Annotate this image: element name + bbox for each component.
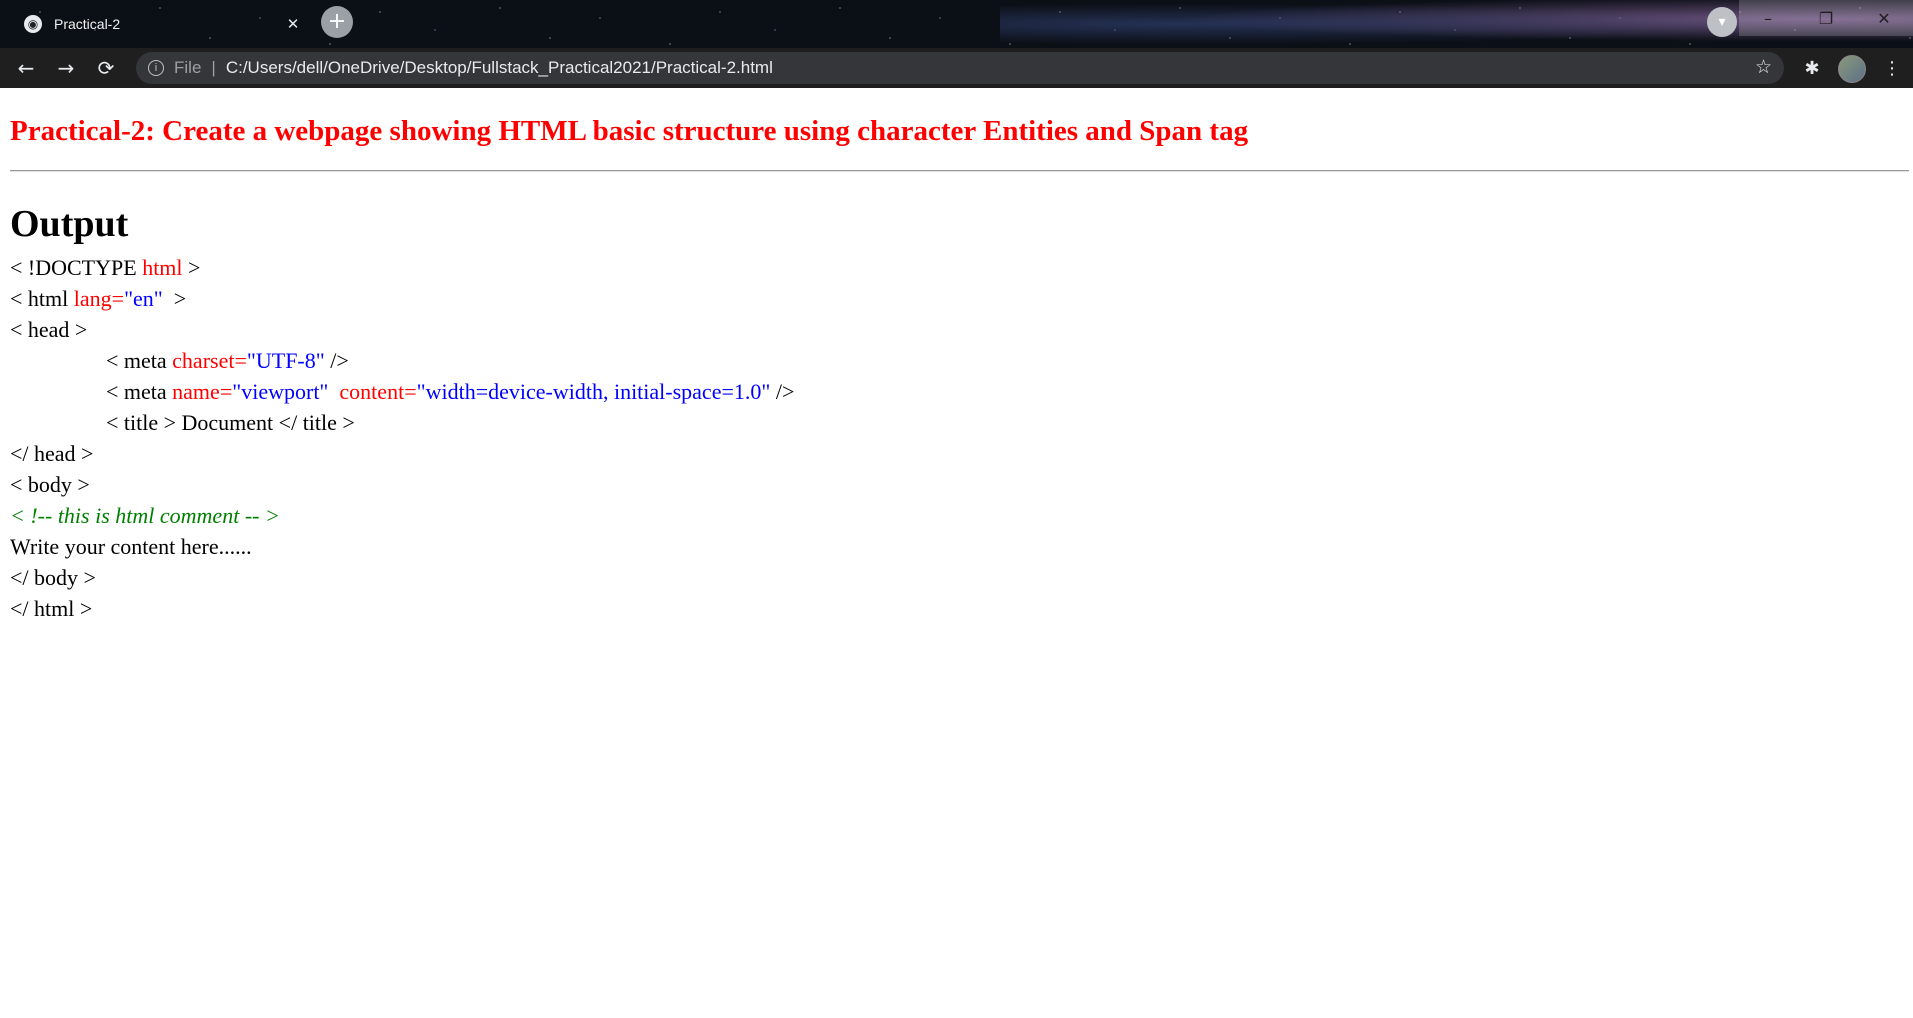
info-icon[interactable]: i <box>148 60 164 76</box>
code-attribute: name <box>172 379 220 404</box>
globe-icon: ◉ <box>24 15 42 33</box>
code-text: < meta <box>106 348 173 373</box>
code-value: "viewport" <box>232 379 329 404</box>
avatar[interactable] <box>1838 55 1866 83</box>
code-text: < body > <box>10 472 90 497</box>
code-text: < html <box>10 286 74 311</box>
code-comment: < !-- this is html comment -- > <box>10 503 280 528</box>
code-line-html-open: < html lang="en" > <box>10 283 1913 314</box>
address-bar[interactable]: i File | C:/Users/dell/OneDrive/Desktop/… <box>136 52 1784 84</box>
code-line-meta-viewport: < meta name="viewport" content="width=de… <box>10 376 1913 407</box>
code-text: < title > Document </ title > <box>106 410 355 435</box>
code-value: "width=device-width, initial-space=1.0" <box>416 379 771 404</box>
code-equals: = <box>111 286 125 311</box>
back-arrow-icon[interactable]: ← <box>10 52 42 84</box>
star-icon[interactable]: ☆ <box>1755 56 1772 78</box>
code-equals: = <box>404 379 417 404</box>
code-text: Write your content here...... <box>10 534 252 559</box>
tab-title: Practical-2 <box>54 16 121 32</box>
restore-button[interactable]: ❐ <box>1797 0 1855 36</box>
code-line-head-open: < head > <box>10 314 1913 345</box>
code-text: </ head > <box>10 441 94 466</box>
file-scheme-label: File <box>174 58 202 77</box>
code-text: > <box>162 286 187 311</box>
code-equals: = <box>234 348 247 373</box>
code-value: "en" <box>124 286 163 311</box>
code-text: > <box>182 255 201 280</box>
address-url[interactable]: C:/Users/dell/OneDrive/Desktop/Fullstack… <box>226 58 773 78</box>
code-text: </ html > <box>10 596 93 621</box>
browser-tab[interactable]: ◉ Practical-2 ✕ <box>8 4 313 44</box>
chevron-down-icon[interactable]: ▾ <box>1707 7 1737 37</box>
code-attribute: charset <box>172 348 235 373</box>
code-text: </ body > <box>10 565 96 590</box>
extensions-puzzle-icon[interactable]: ✱ <box>1798 54 1826 82</box>
minimize-button[interactable]: – <box>1739 0 1797 36</box>
close-window-button[interactable]: ✕ <box>1855 0 1913 36</box>
code-keyword: html <box>142 255 183 280</box>
page-content: Practical-2: Create a webpage showing HT… <box>0 88 1913 624</box>
code-equals: = <box>219 379 233 404</box>
page-heading: Practical-2: Create a webpage showing HT… <box>10 115 1249 147</box>
horizontal-divider <box>10 170 1909 172</box>
code-line-body-open: < body > <box>10 469 1913 500</box>
code-attribute: lang <box>73 286 112 311</box>
menu-dots-icon[interactable]: ⋮ <box>1880 54 1904 82</box>
code-attribute: content <box>339 379 405 404</box>
code-text: /> <box>770 379 795 404</box>
code-line-comment: < !-- this is html comment -- > <box>10 500 1913 531</box>
code-text: < head > <box>10 317 88 342</box>
code-line-meta-charset: < meta charset="UTF-8" /> <box>10 345 1913 376</box>
code-line-body-close: </ body > <box>10 562 1913 593</box>
code-listing: < !DOCTYPE html > < html lang="en" > < h… <box>10 252 1913 624</box>
browser-chrome: ◉ Practical-2 ✕ + ▾ – ❐ ✕ ← → ⟳ i File |… <box>0 0 1913 88</box>
code-text: < meta <box>106 379 173 404</box>
code-line-html-close: </ html > <box>10 593 1913 624</box>
reload-icon[interactable]: ⟳ <box>90 52 122 84</box>
address-separator: | <box>211 58 216 77</box>
code-line-head-close: </ head > <box>10 438 1913 469</box>
code-line-title: < title > Document </ title > <box>10 407 1913 438</box>
code-line-doctype: < !DOCTYPE html > <box>10 252 1913 283</box>
forward-arrow-icon[interactable]: → <box>50 52 82 84</box>
code-value: "UTF-8" <box>246 348 325 373</box>
output-title: Output <box>10 203 129 245</box>
code-text: < !DOCTYPE <box>10 255 143 280</box>
code-text: /> <box>324 348 349 373</box>
browser-toolbar: ← → ⟳ i File | C:/Users/dell/OneDrive/De… <box>0 48 1913 88</box>
close-icon[interactable]: ✕ <box>283 14 303 34</box>
new-tab-button[interactable]: + <box>321 6 353 38</box>
code-line-content: Write your content here...... <box>10 531 1913 562</box>
